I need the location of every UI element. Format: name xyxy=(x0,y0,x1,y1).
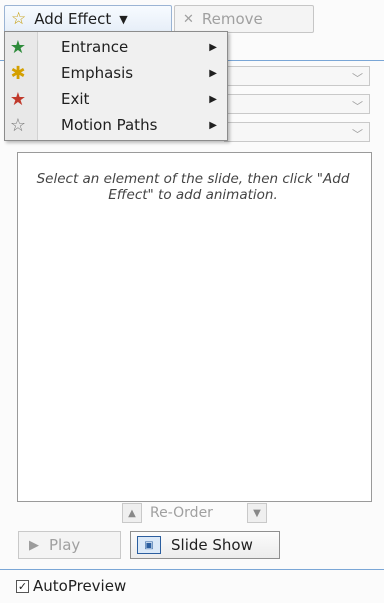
chevron-down-icon: ▼ xyxy=(119,12,128,26)
emphasis-star-icon: ✱ xyxy=(10,62,26,84)
menu-item-motion-paths[interactable]: ☆ Motion Paths ▶ xyxy=(5,112,227,138)
play-icon: ▶ xyxy=(29,537,39,553)
slide-show-button[interactable]: ▣ Slide Show xyxy=(130,531,280,559)
speed-dropdown[interactable]: ﹀ xyxy=(224,122,370,142)
add-effect-menu: ★ Entrance ▶ ✱ Emphasis ▶ ★ Exit ▶ ☆ Mot… xyxy=(4,31,228,141)
move-down-button[interactable]: ▼ xyxy=(247,503,267,523)
submenu-arrow-icon: ▶ xyxy=(209,41,217,53)
menu-item-label: Exit xyxy=(61,90,90,108)
reorder-controls: ▲ Re-Order ▼ xyxy=(0,503,384,527)
animation-list[interactable]: Select an element of the slide, then cli… xyxy=(17,152,372,502)
remove-label: Remove xyxy=(201,10,263,28)
empty-list-hint: Select an element of the slide, then cli… xyxy=(36,171,350,203)
menu-item-exit[interactable]: ★ Exit ▶ xyxy=(5,86,227,112)
play-button[interactable]: ▶ Play xyxy=(18,531,121,559)
add-effect-label: Add Effect xyxy=(34,10,112,28)
bottom-divider xyxy=(0,569,384,570)
reorder-label: Re-Order xyxy=(150,505,213,521)
menu-item-emphasis[interactable]: ✱ Emphasis ▶ xyxy=(5,60,227,86)
chevron-down-icon: ﹀ xyxy=(352,128,363,141)
chevron-down-icon: ﹀ xyxy=(352,72,363,85)
play-label: Play xyxy=(49,536,81,554)
menu-item-entrance[interactable]: ★ Entrance ▶ xyxy=(5,34,227,60)
submenu-arrow-icon: ▶ xyxy=(209,67,217,79)
autopreview-checkbox[interactable]: ✓ xyxy=(16,579,29,593)
menu-item-label: Entrance xyxy=(61,38,129,56)
slideshow-screen-icon: ▣ xyxy=(137,536,161,554)
menu-item-label: Motion Paths xyxy=(61,116,158,134)
add-effect-star-icon: ☆ xyxy=(11,9,27,29)
submenu-arrow-icon: ▶ xyxy=(209,93,217,105)
arrow-up-icon: ▲ xyxy=(128,507,136,519)
chevron-down-icon: ﹀ xyxy=(352,100,363,113)
entrance-star-icon: ★ xyxy=(9,36,27,58)
arrow-down-icon: ▼ xyxy=(253,507,261,519)
exit-star-icon: ★ xyxy=(9,88,27,110)
remove-effect-icon: ✕ xyxy=(183,11,194,27)
property-dropdown[interactable]: ﹀ xyxy=(224,94,370,114)
motion-path-star-icon: ☆ xyxy=(9,114,27,136)
menu-item-label: Emphasis xyxy=(61,64,134,82)
add-effect-button[interactable]: ☆ Add Effect ▼ xyxy=(4,5,172,33)
start-dropdown[interactable]: ﹀ xyxy=(224,66,370,86)
slide-show-label: Slide Show xyxy=(171,536,253,554)
autopreview-option[interactable]: ✓ AutoPreview xyxy=(16,577,126,595)
remove-button[interactable]: ✕ Remove xyxy=(174,5,314,33)
autopreview-label: AutoPreview xyxy=(33,577,127,595)
custom-animation-pane: ☆ Add Effect ▼ ✕ Remove ﹀ ﹀ ﹀ Select an … xyxy=(0,0,384,603)
submenu-arrow-icon: ▶ xyxy=(209,119,217,131)
move-up-button[interactable]: ▲ xyxy=(122,503,142,523)
